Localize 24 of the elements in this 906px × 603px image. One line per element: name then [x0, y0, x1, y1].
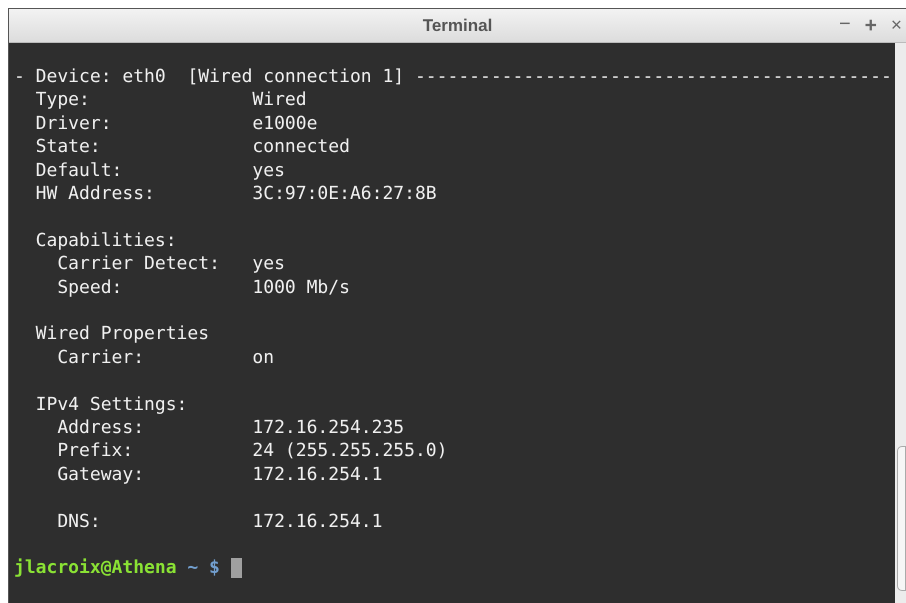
output-line: State: connected	[34, 135, 350, 159]
output-line: Type: Wired	[34, 88, 307, 112]
output-line: Capabilities:	[34, 228, 177, 252]
output-line: Prefix: 24 (255.255.255.0)	[56, 439, 448, 463]
output-line: Wired Properties	[34, 322, 210, 346]
output-line: IPv4 Settings:	[34, 392, 188, 416]
minimize-button[interactable]: −	[836, 14, 853, 37]
output-line: DNS: 172.16.254.1	[56, 510, 382, 534]
close-button[interactable]: ×	[888, 16, 904, 35]
prompt-path: ~ $	[187, 556, 220, 580]
output-line: - Device: eth0 [Wired connection 1] --------------------------------------------	[14, 65, 892, 88]
output-line: HW Address: 3C:97:0E:A6:27:8B	[34, 182, 437, 206]
output-line: Speed: 1000 Mb/s	[56, 276, 350, 300]
prompt-user-host: jlacroix@Athena	[14, 556, 177, 580]
window-title: Terminal	[422, 14, 492, 37]
cursor-block	[230, 558, 242, 578]
output-line: Carrier Detect: yes	[56, 252, 285, 276]
maximize-button[interactable]: +	[862, 15, 879, 36]
output-line: Carrier: on	[56, 346, 274, 370]
scrollbar-thumb[interactable]	[897, 446, 906, 591]
output-line: Driver: e1000e	[34, 112, 318, 136]
output-line: Address: 172.16.254.235	[56, 416, 404, 440]
output-line: Default: yes	[34, 158, 285, 182]
output-line: Gateway: 172.16.254.1	[56, 462, 382, 486]
